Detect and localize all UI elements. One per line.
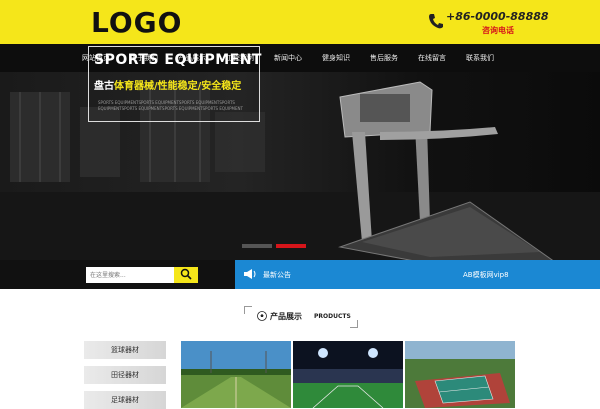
category-athletics[interactable]: 田径器材 (84, 366, 166, 384)
title-corner-left (244, 306, 252, 314)
title-corner-right (350, 320, 358, 328)
search-icon (180, 268, 192, 280)
product-image-field[interactable] (181, 341, 291, 408)
phone-icon (429, 14, 443, 29)
nav-item-message[interactable]: 在线留言 (408, 44, 456, 72)
speaker-icon (244, 269, 256, 279)
banner-subtitle-brand: 盘古 (94, 81, 114, 92)
soccer-ball-icon (257, 311, 267, 321)
site-header: LOGO +86-0000-88888 咨询电话 (0, 0, 600, 44)
nav-item-service[interactable]: 售后服务 (360, 44, 408, 72)
banner-subtitle: 盘古体育器械/性能稳定/安全稳定 (94, 77, 241, 92)
notice-label: 最新公告 (263, 271, 291, 279)
search-button[interactable] (174, 267, 198, 283)
nav-item-fitness[interactable]: 健身知识 (312, 44, 360, 72)
nav-item-news[interactable]: 新闻中心 (264, 44, 312, 72)
category-basketball[interactable]: 篮球器材 (84, 341, 166, 359)
site-logo[interactable]: LOGO (91, 6, 182, 39)
product-image-stadium[interactable] (293, 341, 403, 408)
search-input[interactable] (86, 267, 174, 283)
slider-dots (242, 244, 306, 248)
category-football[interactable]: 足球器材 (84, 391, 166, 409)
slider-dot-1[interactable] (242, 244, 272, 248)
phone-number: +86-0000-88888 (446, 10, 549, 23)
slider-dot-2[interactable] (276, 244, 306, 248)
product-image-court[interactable] (405, 341, 515, 408)
phone-label: 咨询电话 (482, 26, 514, 35)
banner-title: SPORTS EQUIPMENT (94, 52, 262, 68)
banner-fine-print: SPORTS EQUIPMENTSPORTS EQUIPMENTSPORTS E… (98, 100, 243, 111)
notice-text[interactable]: AB模板网vip8 (463, 270, 509, 280)
nav-item-contact[interactable]: 联系我们 (456, 44, 504, 72)
products-title-en: PRODUCTS (314, 313, 351, 320)
banner-subtitle-text: 体育器械/性能稳定/安全稳定 (114, 81, 242, 92)
products-title: 产品展示 (270, 312, 302, 321)
